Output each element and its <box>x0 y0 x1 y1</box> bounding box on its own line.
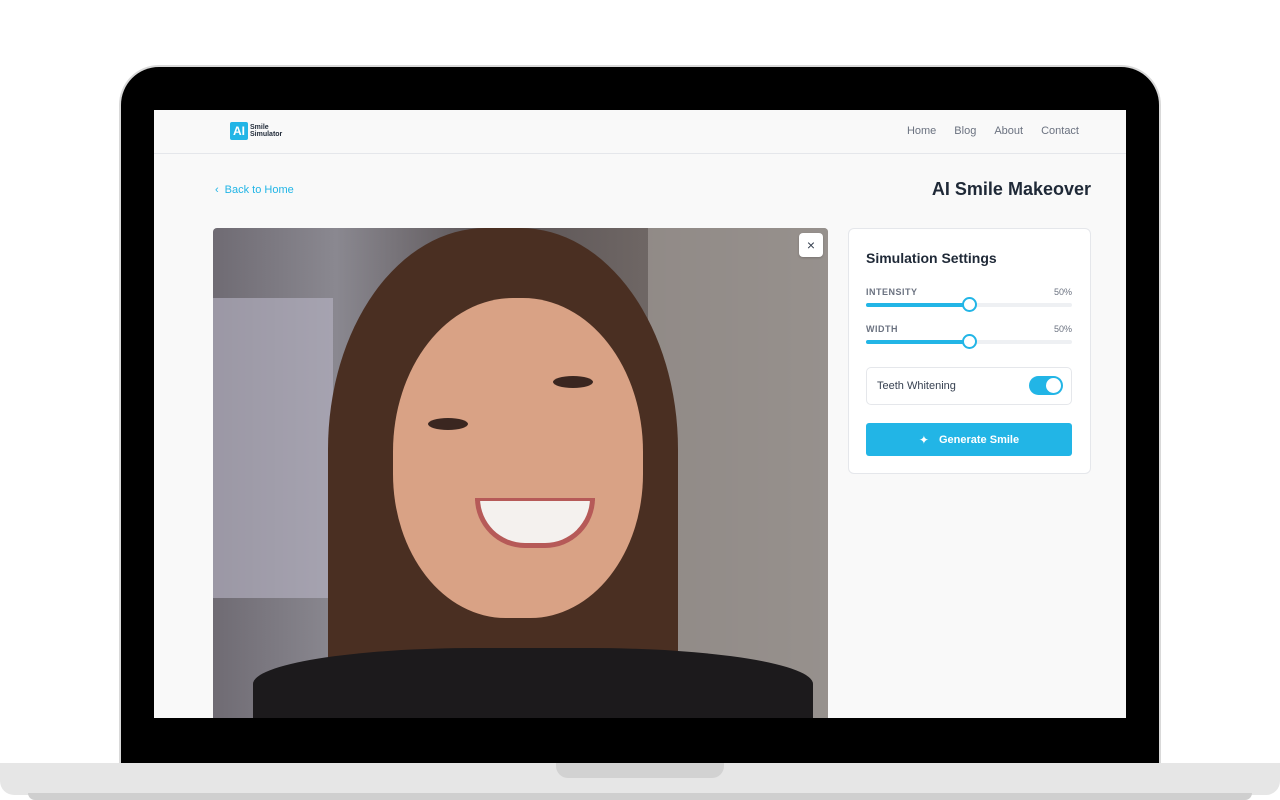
laptop-base-shadow <box>28 793 1252 800</box>
nav-link-blog[interactable]: Blog <box>954 125 976 137</box>
page-title: AI Smile Makeover <box>931 179 1091 199</box>
width-slider-fill <box>866 340 969 344</box>
laptop-notch <box>556 763 724 778</box>
intensity-slider-row: INTENSITY 50% <box>866 287 1072 312</box>
generate-smile-label: Generate Smile <box>938 433 1020 446</box>
simulation-settings-panel: Simulation Settings INTENSITY 50% WIDTH … <box>848 228 1091 474</box>
width-slider[interactable] <box>866 334 1072 349</box>
photo-background-shelf <box>213 298 333 598</box>
nav-link-home[interactable]: Home <box>907 125 936 137</box>
nav-menu: Home Blog About Contact <box>907 125 1079 137</box>
teeth-whitening-option: Teeth Whitening <box>866 367 1072 405</box>
nav-link-about[interactable]: About <box>994 125 1023 137</box>
logo-text: Smile Simulator <box>250 124 282 138</box>
intensity-label: INTENSITY <box>866 287 918 297</box>
uploaded-photo <box>213 228 828 718</box>
intensity-slider[interactable] <box>866 297 1072 312</box>
intensity-value: 50% <box>1053 287 1072 297</box>
logo-badge: AI <box>230 122 248 140</box>
intensity-slider-thumb[interactable] <box>962 297 977 312</box>
teeth-whitening-label: Teeth Whitening <box>877 380 956 392</box>
close-photo-button[interactable]: × <box>799 233 823 257</box>
generate-smile-button[interactable]: ✦ Generate Smile <box>866 423 1072 456</box>
settings-title: Simulation Settings <box>866 250 997 266</box>
chevron-left-icon: ‹ <box>215 184 219 196</box>
logo[interactable]: AI Smile Simulator <box>230 122 282 140</box>
back-to-home-link[interactable]: ‹ Back to Home <box>215 184 294 196</box>
width-value: 50% <box>1053 324 1072 334</box>
browser-screen: AI Smile Simulator Home Blog About Conta… <box>154 110 1126 718</box>
top-navigation-bar: AI Smile Simulator Home Blog About Conta… <box>154 110 1126 154</box>
sparkles-icon: ✦ <box>918 432 929 447</box>
photo-eye-left <box>428 418 468 430</box>
nav-link-contact[interactable]: Contact <box>1041 125 1079 137</box>
toggle-knob <box>1046 378 1061 393</box>
width-slider-row: WIDTH 50% <box>866 324 1072 349</box>
intensity-slider-fill <box>866 303 969 307</box>
back-link-label: Back to Home <box>224 184 294 196</box>
width-label: WIDTH <box>866 324 898 334</box>
photo-shirt <box>253 648 813 718</box>
photo-eye-right <box>553 376 593 388</box>
logo-line-1: Smile <box>250 124 269 131</box>
photo-face <box>393 298 643 618</box>
width-slider-thumb[interactable] <box>962 334 977 349</box>
logo-line-2: Simulator <box>250 131 283 138</box>
teeth-whitening-toggle[interactable] <box>1029 376 1063 395</box>
